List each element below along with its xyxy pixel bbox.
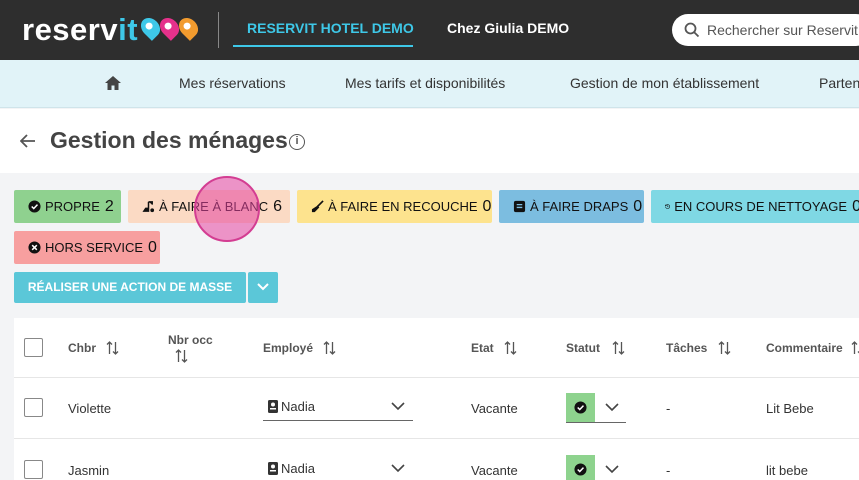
cell-etat: Vacante [471,463,518,478]
cell-commentaire: lit bebe [766,463,808,478]
sort-icon[interactable] [175,349,188,363]
check-circle-icon [574,463,587,476]
top-divider [218,12,219,48]
broom-icon [311,200,324,213]
status-label: PROPRE [45,199,100,214]
statut-select[interactable] [566,455,626,480]
logo-text: reserv [22,12,119,47]
row-checkbox[interactable] [24,460,43,479]
nav-item-reservations[interactable]: Mes réservations [179,75,286,91]
status-count: 0 [482,197,492,215]
sort-icon[interactable] [612,341,625,355]
home-icon[interactable] [104,75,122,91]
back-arrow-icon[interactable] [20,134,36,148]
status-chip-a-faire-en-recouche[interactable]: À FAIRE EN RECOUCHE 0 [297,190,492,223]
sort-icon[interactable] [851,341,859,355]
chevron-down-icon [605,465,619,474]
status-label: À FAIRE DRAPS [530,199,629,214]
status-count: 2 [104,197,114,215]
cell-chbr: Violette [68,401,112,416]
tab-reservit-hotel-demo[interactable]: RESERVIT HOTEL DEMO [247,20,414,36]
column-header-etat[interactable]: Etat [471,341,494,355]
column-header-employe[interactable]: Employé [263,341,313,355]
status-chip-en-cours-de-nettoyage[interactable]: EN COURS DE NETTOYAGE 0 [651,190,859,223]
check-circle-icon [28,200,41,213]
x-circle-icon [28,241,41,254]
main-nav: Mes réservations Mes tarifs et disponibi… [0,60,859,108]
sort-icon[interactable] [106,341,119,355]
click-indicator [194,176,260,242]
statut-color-box [566,455,595,480]
nav-item-gestion[interactable]: Gestion de mon établissement [570,75,759,91]
status-chip-a-faire-draps[interactable]: À FAIRE DRAPS 0 [499,190,644,223]
sort-icon[interactable] [504,341,517,355]
tab-chez-giulia-demo[interactable]: Chez Giulia DEMO [447,20,569,36]
status-count: 6 [273,197,282,215]
info-icon[interactable]: i [289,134,305,150]
statut-select[interactable] [566,393,626,423]
statut-color-box [566,393,595,422]
column-header-chbr[interactable]: Chbr [68,341,96,355]
cell-etat: Vacante [471,401,518,416]
sort-icon[interactable] [323,341,336,355]
status-chip-hors-service[interactable]: HORS SERVICE 0 [14,231,160,264]
search-input[interactable]: Rechercher sur Reservit ... [672,14,859,46]
select-all-checkbox[interactable] [24,338,43,357]
sheets-icon [513,200,526,213]
active-tab-underline [233,45,413,47]
row-divider [14,438,859,439]
cell-chbr: Jasmin [68,463,110,478]
chevron-down-icon [391,402,405,411]
logo-pins-icon [137,14,202,41]
row-divider [14,377,859,378]
logo-accent-text: it [118,12,139,47]
id-badge-icon [268,400,278,413]
status-label: À FAIRE EN RECOUCHE [328,199,478,214]
reservit-logo[interactable]: reservit [22,12,138,48]
cell-commentaire: Lit Bebe [766,401,814,416]
status-label: EN COURS DE NETTOYAGE [674,199,848,214]
top-bar: reservit RESERVIT HOTEL DEMO Chez Giulia… [0,0,859,60]
nav-item-partenaires[interactable]: Partenaires [819,75,859,91]
chevron-down-icon [605,403,619,412]
vacuum-icon [142,201,155,213]
housekeeping-table: Chbr Nbr occ Employé Etat Statut Tâches … [14,318,859,480]
column-header-taches[interactable]: Tâches [666,341,707,355]
employee-name: Nadia [281,399,315,414]
chevron-down-icon [257,283,269,291]
id-badge-icon [268,462,278,475]
column-header-commentaire[interactable]: Commentaire [766,341,843,355]
history-icon [665,204,670,209]
nav-item-tarifs[interactable]: Mes tarifs et disponibilités [345,75,505,91]
check-circle-icon [574,401,587,414]
column-header-nbr-occ[interactable]: Nbr occ [168,333,213,347]
cell-taches: - [666,401,671,416]
cell-taches: - [666,463,671,478]
search-icon [684,22,700,38]
mass-action-dropdown-button[interactable] [248,272,278,303]
row-checkbox[interactable] [24,398,43,417]
employee-select[interactable]: Nadia [263,458,413,480]
status-count: 0 [148,238,157,256]
status-label: HORS SERVICE [45,240,144,255]
chevron-down-icon [391,464,405,473]
page-header: Gestion des ménages i [0,109,859,173]
status-count: 0 [852,197,859,215]
sort-icon[interactable] [718,341,731,355]
mass-action-button[interactable]: RÉALISER UNE ACTION DE MASSE [14,272,246,303]
column-header-statut[interactable]: Statut [566,341,600,355]
employee-select[interactable]: Nadia [263,396,413,421]
status-chip-propre[interactable]: PROPRE 2 [14,190,121,223]
page-title: Gestion des ménages [50,127,288,153]
search-placeholder: Rechercher sur Reservit ... [707,22,859,38]
employee-name: Nadia [281,461,315,476]
status-count: 0 [633,197,643,215]
